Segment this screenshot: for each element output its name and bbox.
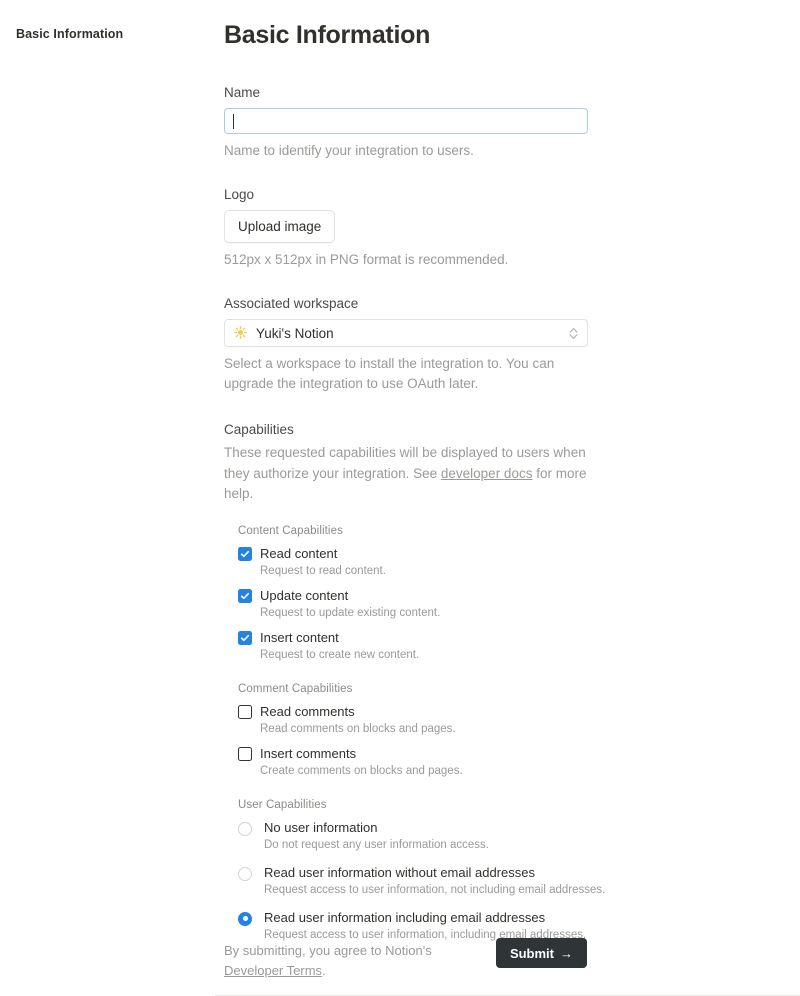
- checkbox-option-row[interactable]: Read content Request to read content.: [238, 545, 800, 579]
- name-hint: Name to identify your integration to use…: [224, 143, 474, 158]
- workspace-selected-value: Yuki's Notion: [256, 325, 334, 341]
- option-label: No user information: [264, 819, 378, 835]
- option-text: Read content Request to read content.: [252, 545, 386, 579]
- developer-docs-link[interactable]: developer docs: [441, 466, 533, 481]
- radio-unselected-icon[interactable]: [238, 821, 252, 836]
- capabilities-description: These requested capabilities will be dis…: [224, 443, 590, 505]
- upload-image-button[interactable]: Upload image: [224, 210, 336, 243]
- name-label: Name: [224, 85, 261, 100]
- checkbox-option-row[interactable]: Update content Request to update existing…: [238, 587, 800, 621]
- option-text: Update content Request to update existing…: [252, 587, 440, 621]
- page-title: Basic Information: [224, 21, 431, 49]
- radio-option-row[interactable]: Read user information without email addr…: [238, 864, 800, 898]
- capability-group-title: User Capabilities: [238, 798, 327, 811]
- name-input[interactable]: [224, 108, 588, 134]
- chevron-up-down-icon[interactable]: [567, 327, 579, 340]
- workspace-field-block: Associated workspace Yuki's Notion Selec…: [224, 294, 800, 394]
- sun-icon: [234, 325, 247, 341]
- option-text: Insert content Request to create new cont…: [252, 629, 419, 663]
- option-label: Read user information including email ad…: [264, 909, 546, 925]
- sidebar-item-basic-information[interactable]: Basic Information: [0, 24, 215, 44]
- option-label: Insert content: [260, 629, 339, 645]
- option-label: Read comments: [260, 703, 355, 719]
- checkbox-checked-icon[interactable]: [238, 630, 252, 645]
- radio-dot: [242, 916, 248, 921]
- main-content: Basic Information Name Name to identify …: [215, 0, 800, 954]
- option-description: Create comments on blocks and pages.: [260, 764, 463, 777]
- submit-button-label: Submit: [509, 945, 554, 961]
- capability-group: Comment Capabilities Read comments Read co…: [224, 683, 800, 779]
- option-label: Read user information without email addr…: [264, 864, 535, 880]
- terms-text-before: By submitting, you agree to Notion's: [224, 943, 432, 958]
- radio-selected-icon[interactable]: [238, 911, 252, 926]
- terms-text-after: .: [322, 963, 326, 978]
- option-text: Insert comments Create comments on blocks…: [252, 745, 463, 779]
- workspace-select[interactable]: Yuki's Notion: [224, 319, 588, 347]
- option-text: Read user information without email addr…: [252, 864, 605, 898]
- logo-label: Logo: [224, 187, 255, 202]
- capabilities-section: Capabilities These requested capabilitie…: [224, 422, 800, 943]
- option-label: Read content: [260, 545, 338, 561]
- terms-text: By submitting, you agree to Notion's Dev…: [224, 938, 454, 981]
- capabilities-heading: Capabilities: [224, 422, 294, 437]
- arrow-right-icon: →: [560, 945, 573, 961]
- capability-group: User Capabilities No user information Do n…: [224, 799, 800, 943]
- option-description: Request access to user information, not …: [264, 883, 606, 896]
- checkbox-option-row[interactable]: Insert content Request to create new cont…: [238, 629, 800, 663]
- checkbox-unchecked-icon[interactable]: [238, 704, 252, 719]
- option-text: Read comments Read comments on blocks and…: [252, 703, 456, 737]
- radio-unselected-icon[interactable]: [238, 866, 252, 881]
- option-description: Request to update existing content.: [260, 606, 441, 619]
- submit-button[interactable]: Submit →: [495, 938, 587, 968]
- sidebar-item-label: Basic Information: [16, 27, 124, 41]
- capability-group-title: Comment Capabilities: [238, 682, 353, 695]
- capability-groups: Content Capabilities Read content Request …: [224, 525, 800, 943]
- logo-field-block: Logo Upload image 512px x 512px in PNG f…: [224, 185, 800, 270]
- checkbox-option-row[interactable]: Read comments Read comments on blocks and…: [238, 703, 800, 737]
- form-footer: By submitting, you agree to Notion's Dev…: [224, 938, 587, 981]
- option-description: Read comments on blocks and pages.: [260, 722, 456, 735]
- workspace-hint: Select a workspace to install the integr…: [224, 356, 555, 391]
- sidebar: Basic Information: [0, 0, 215, 996]
- radio-option-row[interactable]: No user information Do not request any us…: [238, 819, 800, 853]
- option-description: Request to create new content.: [260, 648, 420, 661]
- option-label: Insert comments: [260, 745, 357, 761]
- checkbox-option-row[interactable]: Insert comments Create comments on blocks…: [238, 745, 800, 779]
- name-field-block: Name Name to identify your integration t…: [224, 83, 800, 161]
- checkbox-checked-icon[interactable]: [238, 546, 252, 561]
- capability-group-title: Content Capabilities: [238, 524, 343, 537]
- capability-group: Content Capabilities Read content Request …: [224, 525, 800, 663]
- checkbox-checked-icon[interactable]: [238, 588, 252, 603]
- option-description: Do not request any user information acce…: [264, 838, 490, 851]
- text-caret: [233, 113, 234, 129]
- option-description: Request to read content.: [260, 564, 386, 577]
- option-text: No user information Do not request any us…: [252, 819, 489, 853]
- workspace-label: Associated workspace: [224, 296, 359, 311]
- developer-terms-link[interactable]: Developer Terms: [224, 963, 322, 978]
- logo-hint: 512px x 512px in PNG format is recommend…: [224, 252, 509, 267]
- checkbox-unchecked-icon[interactable]: [238, 746, 252, 761]
- option-label: Update content: [260, 587, 349, 603]
